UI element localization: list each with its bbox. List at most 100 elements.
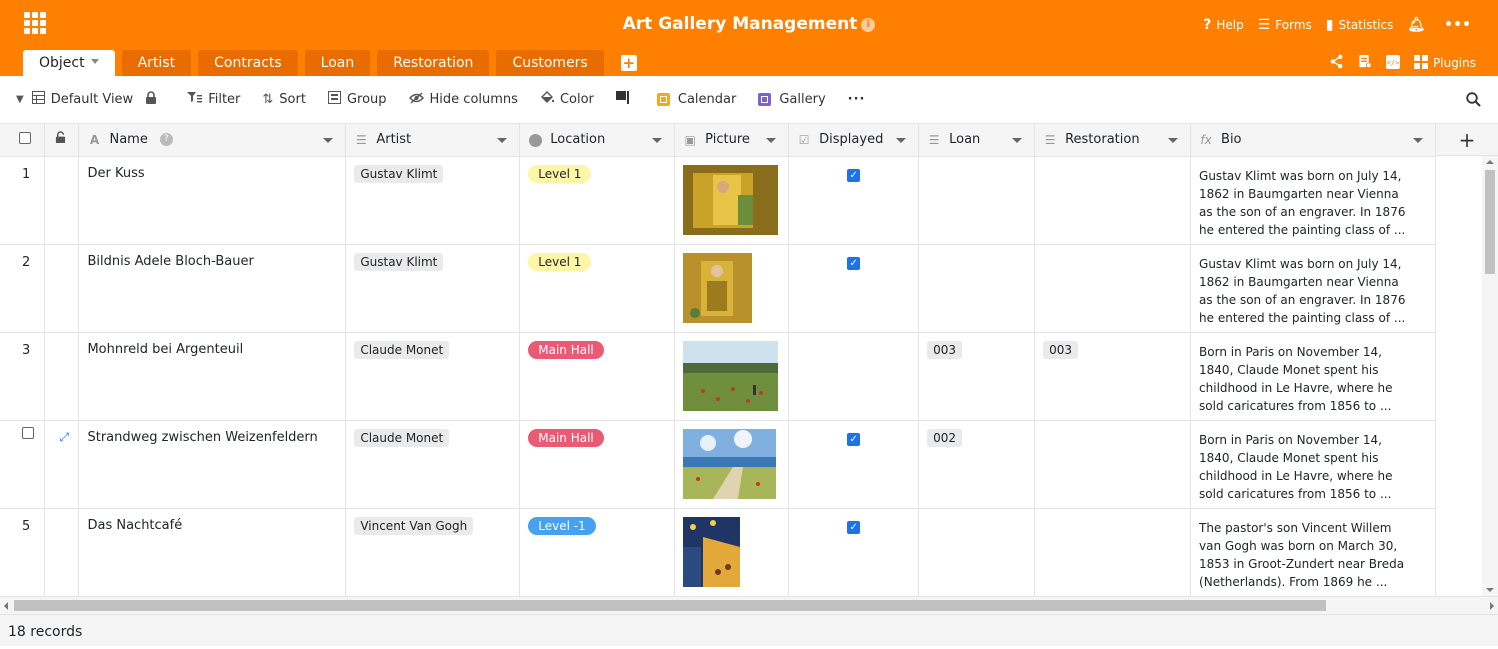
tab-restoration[interactable]: Restoration <box>377 50 490 76</box>
statistics-button[interactable]: ▮ Statistics <box>1326 17 1394 33</box>
artwork-thumbnail[interactable] <box>683 516 741 587</box>
tab-customers[interactable]: Customers <box>496 50 604 76</box>
row-number-cell[interactable]: 2 <box>0 244 46 333</box>
chevron-down-icon[interactable] <box>896 138 907 143</box>
checkmark-icon[interactable]: ✓ <box>847 520 861 534</box>
horizontal-scroll-thumb[interactable] <box>14 600 1326 611</box>
notifications-button[interactable]: 🔔︎ <box>1407 17 1430 33</box>
cell-location[interactable]: Level 1 <box>519 156 676 245</box>
cell-name[interactable]: Mohnreld bei Argenteuil <box>78 332 347 421</box>
forms-button[interactable]: ☰ Forms <box>1258 17 1312 33</box>
checkmark-icon[interactable]: ✓ <box>847 168 861 182</box>
plugins-button[interactable]: Plugins <box>1414 54 1476 72</box>
artist-link-pill[interactable]: Gustav Klimt <box>354 164 444 183</box>
row-number-cell[interactable]: 3 <box>0 332 46 421</box>
cell-name[interactable]: Bildnis Adele Bloch-Bauer <box>78 244 347 333</box>
table-row[interactable]: 5 Das Nachtcafé Vincent Van Gogh Level -1 ✓ T… <box>0 508 1436 596</box>
chevron-down-icon[interactable] <box>497 138 508 143</box>
cell-bio[interactable]: Born in Paris on November 14, 1840, Claud… <box>1190 332 1436 421</box>
chevron-down-icon[interactable] <box>323 138 334 143</box>
hide-columns-button[interactable]: Hide columns <box>408 91 518 108</box>
calendar-plugin-button[interactable]: Calendar <box>656 92 736 107</box>
column-header-bio[interactable]: fx Bio <box>1190 124 1436 157</box>
cell-loan[interactable]: 002 <box>918 420 1036 509</box>
horizontal-scrollbar[interactable] <box>0 596 1498 614</box>
cell-artist[interactable]: Claude Monet <box>345 332 521 421</box>
expand-icon[interactable]: ⤢ <box>59 430 69 444</box>
cell-restoration[interactable] <box>1034 244 1192 333</box>
add-column-button[interactable]: + <box>1436 124 1498 156</box>
table-row[interactable]: 1 Der Kuss Gustav Klimt Level 1 ✓ Gustav Klim… <box>0 156 1436 245</box>
scroll-right-icon[interactable] <box>1490 602 1494 610</box>
chevron-down-icon[interactable] <box>1012 138 1023 143</box>
lock-view-button[interactable] <box>145 90 163 109</box>
cell-picture[interactable] <box>674 420 790 509</box>
vertical-scrollbar[interactable] <box>1482 156 1498 596</box>
cell-displayed[interactable] <box>788 332 920 421</box>
artwork-thumbnail[interactable] <box>683 252 753 323</box>
info-icon[interactable]: i <box>861 18 876 32</box>
cell-loan[interactable] <box>918 156 1036 245</box>
row-number-cell[interactable] <box>0 420 46 509</box>
cell-loan[interactable] <box>918 508 1036 596</box>
cell-restoration[interactable] <box>1034 156 1192 245</box>
artist-link-pill[interactable]: Vincent Van Gogh <box>354 516 474 535</box>
cell-name[interactable]: Strandweg zwischen Weizenfeldern <box>78 420 347 509</box>
column-header-restoration[interactable]: ☰ Restoration <box>1034 124 1192 157</box>
help-button[interactable]: ? Help <box>1203 17 1243 33</box>
artwork-thumbnail[interactable] <box>683 340 779 411</box>
chevron-down-icon[interactable] <box>90 59 99 64</box>
cell-picture[interactable] <box>674 156 790 245</box>
artist-link-pill[interactable]: Claude Monet <box>354 428 450 447</box>
cell-artist[interactable]: Gustav Klimt <box>345 244 521 333</box>
tab-artist[interactable]: Artist <box>121 50 192 76</box>
scroll-up-icon[interactable] <box>1486 160 1494 164</box>
artist-link-pill[interactable]: Gustav Klimt <box>354 252 444 271</box>
row-height-button[interactable] <box>615 91 635 108</box>
cell-name[interactable]: Das Nachtcafé <box>78 508 347 596</box>
cell-picture[interactable] <box>674 332 790 421</box>
cell-bio[interactable]: The pastor's son Vincent Willem van Gogh … <box>1190 508 1436 596</box>
checkmark-icon[interactable]: ✓ <box>847 432 861 446</box>
cell-restoration[interactable] <box>1034 420 1192 509</box>
column-header-displayed[interactable]: ☑ Displayed <box>788 124 920 157</box>
toolbar-more-button[interactable]: ··· <box>848 92 866 107</box>
column-header-location[interactable]: Location <box>519 124 676 157</box>
cell-location[interactable]: Level 1 <box>519 244 676 333</box>
column-header-name[interactable]: A Name? <box>78 124 347 157</box>
gallery-plugin-button[interactable]: Gallery <box>758 92 826 107</box>
cell-bio[interactable]: Gustav Klimt was born on July 14, 1862 in… <box>1190 244 1436 333</box>
chevron-down-icon[interactable] <box>1168 138 1179 143</box>
artist-link-pill[interactable]: Claude Monet <box>354 340 450 359</box>
loan-link-pill[interactable]: 002 <box>927 428 963 447</box>
chevron-down-icon[interactable] <box>652 138 663 143</box>
cell-displayed[interactable]: ✓ <box>788 156 920 245</box>
cell-displayed[interactable]: ✓ <box>788 508 920 596</box>
cell-artist[interactable]: Vincent Van Gogh <box>345 508 521 596</box>
cell-restoration[interactable] <box>1034 508 1192 596</box>
search-icon[interactable] <box>1466 92 1481 107</box>
column-header-loan[interactable]: ☰ Loan <box>918 124 1036 157</box>
table-row[interactable]: 2 Bildnis Adele Bloch-Bauer Gustav Klimt Le… <box>0 244 1436 333</box>
cell-bio[interactable]: Gustav Klimt was born on July 14, 1862 in… <box>1190 156 1436 245</box>
loan-link-pill[interactable]: 003 <box>927 340 963 359</box>
table-row[interactable]: ⤢ Strandweg zwischen Weizenfeldern Claude … <box>0 420 1436 509</box>
row-number-cell[interactable]: 5 <box>0 508 46 596</box>
column-header-artist[interactable]: ☰ Artist <box>345 124 521 157</box>
help-circle-icon[interactable]: ? <box>159 133 173 147</box>
color-button[interactable]: Color <box>540 91 594 108</box>
artwork-thumbnail[interactable] <box>683 428 777 499</box>
tab-contracts[interactable]: Contracts <box>198 50 298 76</box>
cell-loan[interactable]: 003 <box>918 332 1036 421</box>
tab-object[interactable]: Object <box>23 50 115 76</box>
cell-location[interactable]: Main Hall <box>519 420 676 509</box>
caret-down-icon[interactable]: ▼ <box>16 94 24 105</box>
view-selector[interactable]: ▼ Default View <box>16 91 133 108</box>
cell-loan[interactable] <box>918 244 1036 333</box>
group-button[interactable]: Group <box>327 91 387 108</box>
row-number-cell[interactable]: 1 <box>0 156 46 245</box>
cell-location[interactable]: Level -1 <box>519 508 676 596</box>
cell-location[interactable]: Main Hall <box>519 332 676 421</box>
restoration-link-pill[interactable]: 003 <box>1043 340 1078 359</box>
scroll-left-icon[interactable] <box>4 602 8 610</box>
